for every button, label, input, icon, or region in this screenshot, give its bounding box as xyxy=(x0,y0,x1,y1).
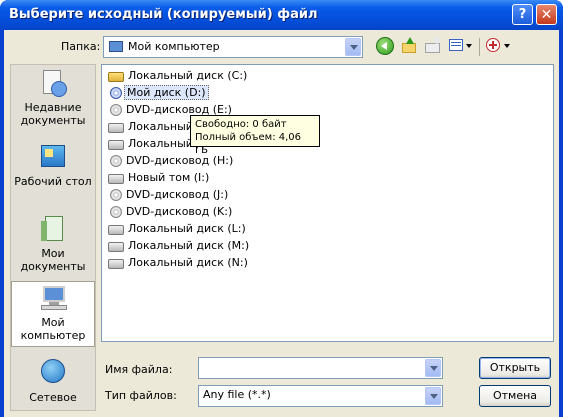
hdd-icon xyxy=(108,259,124,269)
filename-input[interactable] xyxy=(198,357,443,379)
list-item[interactable]: Локальный диск (N:) xyxy=(108,255,250,271)
hdd-icon xyxy=(108,174,124,184)
list-item[interactable]: Локальный диск (L:) xyxy=(108,221,248,237)
cd-disc-icon xyxy=(110,87,122,99)
list-item[interactable]: Локальный диск (M:) xyxy=(108,238,251,254)
my-documents-icon xyxy=(37,213,69,245)
lookin-value: Мой компьютер xyxy=(128,40,220,53)
place-network[interactable]: Сетевое xyxy=(11,357,95,409)
dvd-drive-icon xyxy=(110,155,122,167)
network-icon xyxy=(37,357,69,389)
place-my-computer[interactable]: Мой компьютер xyxy=(11,281,95,347)
list-item[interactable]: Новый том (I:) xyxy=(108,170,211,186)
filename-label: Имя файла: xyxy=(105,363,173,376)
chevron-down-icon[interactable] xyxy=(345,38,361,56)
place-label: Мой компьютер xyxy=(20,316,86,342)
open-button[interactable]: Открыть xyxy=(479,357,551,379)
hdd-icon xyxy=(108,72,124,82)
new-folder-icon[interactable] xyxy=(424,35,442,55)
place-my-documents[interactable]: Мои документы xyxy=(11,213,95,279)
filetype-dropdown[interactable]: Any file (*.*) xyxy=(198,385,443,407)
file-list[interactable]: Локальный диск (C:) Мой диск (D:) DVD-ди… xyxy=(101,64,554,342)
filetype-value: Any file (*.*) xyxy=(203,388,271,401)
place-recent-documents[interactable]: Недавние документы xyxy=(11,67,95,131)
dvd-drive-icon xyxy=(110,189,122,201)
help-button[interactable]: ? xyxy=(512,4,533,25)
filetype-label: Тип файлов: xyxy=(105,389,177,402)
hdd-icon xyxy=(108,140,124,150)
view-menu-icon[interactable] xyxy=(448,37,474,55)
chevron-down-icon[interactable] xyxy=(425,359,441,377)
dialog-body: Папка: Мой компьютер Недавние документы … xyxy=(4,30,559,417)
dvd-drive-icon xyxy=(110,104,122,116)
list-item[interactable]: DVD-дисковод (K:) xyxy=(108,204,234,220)
lookin-dropdown[interactable]: Мой компьютер xyxy=(103,36,363,58)
chevron-down-icon[interactable] xyxy=(425,387,441,405)
hdd-icon xyxy=(108,242,124,252)
place-label: Мои документы xyxy=(20,247,86,273)
tooltip-total-size: Полный объем: 4,06 ГБ xyxy=(195,132,302,156)
up-folder-icon[interactable] xyxy=(400,37,418,55)
window-title: Выберите исходный (копируемый) файл xyxy=(9,7,318,22)
desktop-icon xyxy=(37,141,69,173)
hdd-icon xyxy=(108,123,124,133)
lookin-label: Папка: xyxy=(61,40,101,53)
hdd-icon xyxy=(108,225,124,235)
back-icon[interactable] xyxy=(376,37,394,55)
place-desktop[interactable]: Рабочий стол xyxy=(11,141,95,205)
title-bar[interactable]: Выберите исходный (копируемый) файл ? ✕ xyxy=(0,0,563,30)
cancel-button[interactable]: Отмена xyxy=(479,385,551,407)
drive-info-tooltip: Свободно: 0 байт Полный объем: 4,06 ГБ xyxy=(190,115,320,156)
close-button[interactable]: ✕ xyxy=(536,4,557,25)
my-computer-icon xyxy=(37,282,69,314)
open-file-dialog: Выберите исходный (копируемый) файл ? ✕ … xyxy=(0,0,563,417)
place-label: Сетевое xyxy=(29,391,77,404)
list-item[interactable]: Локальный диск (C:) xyxy=(108,68,249,84)
tooltip-free-space: Свободно: 0 байт xyxy=(195,119,287,130)
dvd-drive-icon xyxy=(110,206,122,218)
toolbar-separator xyxy=(479,38,480,56)
place-label: Недавние документы xyxy=(20,101,86,127)
list-item[interactable]: DVD-дисковод (J:) xyxy=(108,187,230,203)
place-label: Рабочий стол xyxy=(14,175,92,188)
recent-documents-icon xyxy=(37,67,69,99)
places-bar: Недавние документы Рабочий стол Мои доку… xyxy=(10,64,96,411)
my-computer-icon xyxy=(109,41,123,52)
tools-menu-icon[interactable] xyxy=(485,37,511,55)
list-item[interactable]: Мой диск (D:) xyxy=(108,85,209,101)
